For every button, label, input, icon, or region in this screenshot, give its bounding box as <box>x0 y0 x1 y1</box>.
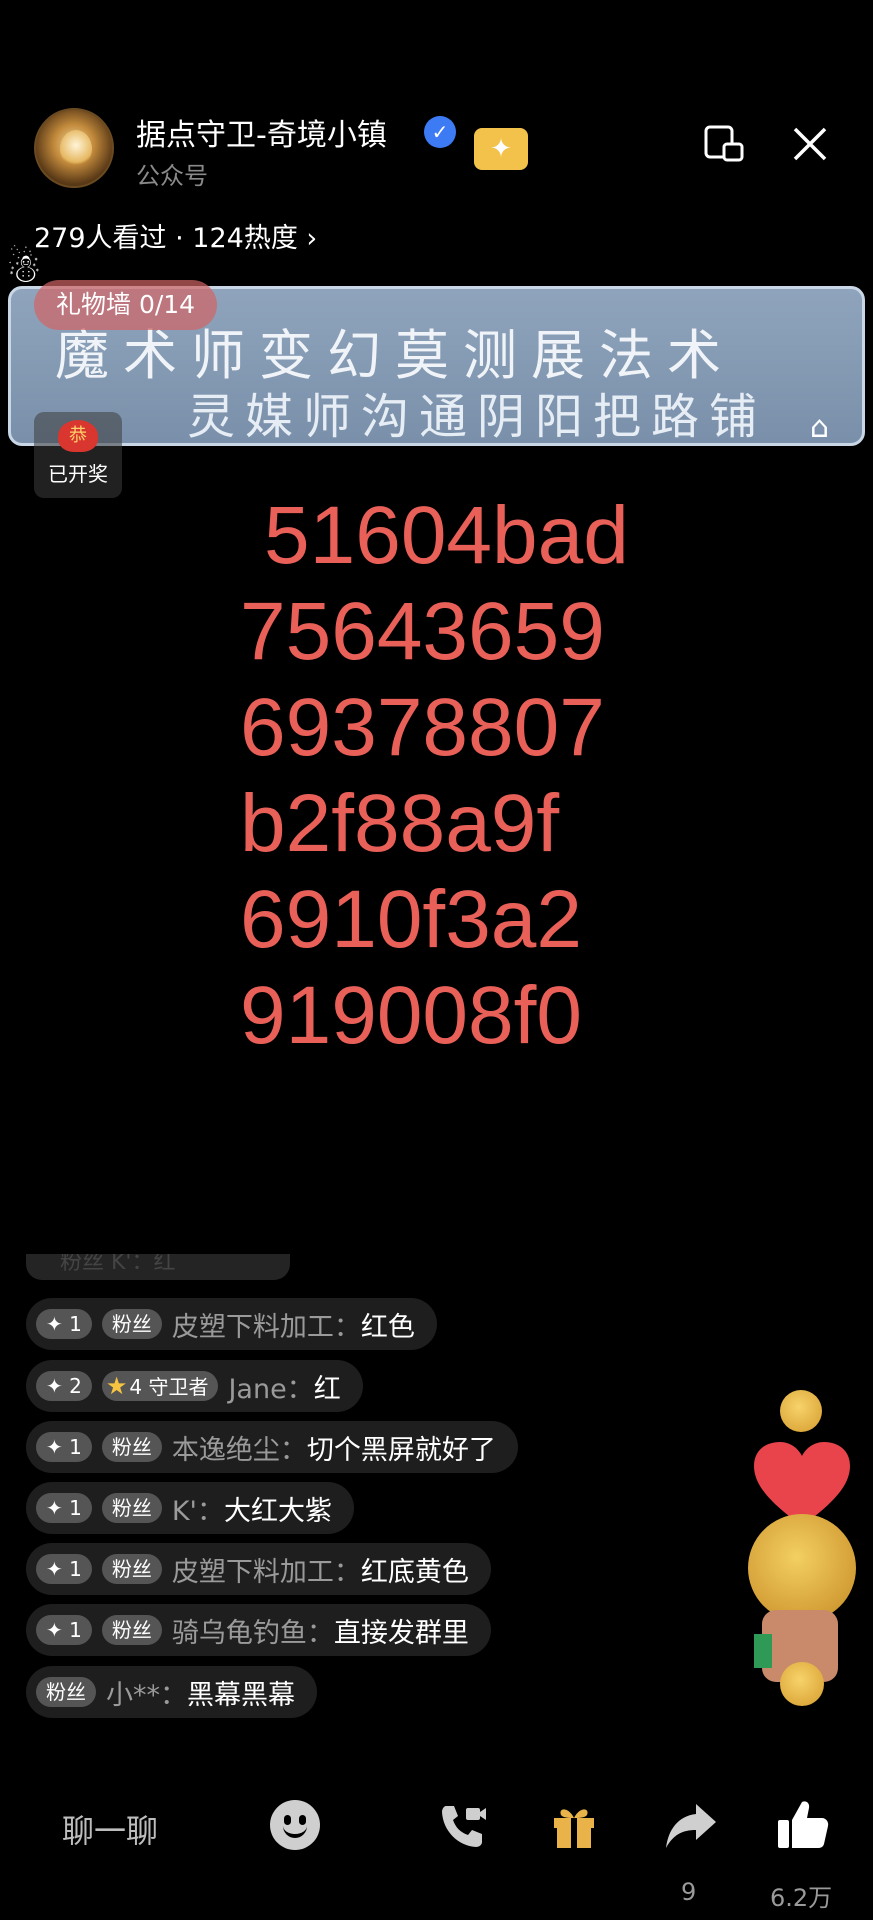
comment-username: 皮塑下料加工： <box>171 1556 361 1588</box>
account-type: 公众号 <box>136 162 208 190</box>
house-icon: ⌂ <box>810 410 830 445</box>
fan-badge: 粉丝 <box>101 1432 162 1462</box>
comment-text: 大红大紫 <box>223 1495 332 1527</box>
comment-item[interactable]: ✦ 2 ★ 4 守卫者 Jane： 红 <box>26 1360 363 1412</box>
fan-badge: 粉丝 <box>101 1309 162 1339</box>
level-badge: ✦ 1 <box>36 1309 92 1339</box>
comment-text: 直接发群里 <box>333 1617 469 1649</box>
comment-username: K'： <box>171 1495 224 1527</box>
fan-badge: 粉丝 <box>101 1554 162 1584</box>
fan-badge: 粉丝 <box>36 1677 96 1707</box>
comment-faded: 粉丝 K'：红 <box>26 1254 290 1280</box>
floating-emoji-icon <box>748 1514 856 1622</box>
code-list: 51604bad 75643659 69378807 b2f88a9f 6910… <box>240 488 629 1064</box>
floating-emoji-icon <box>780 1662 824 1706</box>
red-packet-button[interactable]: 恭 已开奖 <box>34 412 122 498</box>
comment-item[interactable]: ✦ 1 粉丝 本逸绝尘： 切个黑屏就好了 <box>26 1421 518 1473</box>
chat-input[interactable]: 聊一聊 <box>62 1806 158 1852</box>
verified-icon: ✓ <box>424 116 456 148</box>
level-badge: ✦ 1 <box>36 1493 92 1523</box>
comment-text: 红 <box>313 1373 341 1405</box>
floating-emoji-icon <box>780 1390 822 1432</box>
account-avatar[interactable] <box>34 108 114 188</box>
comment-item[interactable]: ✦ 1 粉丝 K'： 大红大紫 <box>26 1482 354 1534</box>
comment-item[interactable]: ✦ 1 粉丝 皮塑下料加工： 红色 <box>26 1298 437 1350</box>
red-packet-label: 已开奖 <box>48 462 108 486</box>
badge-icon[interactable]: ✦ <box>474 128 528 170</box>
comment-username: 皮塑下料加工： <box>171 1311 361 1343</box>
comment-username: 骑乌龟钓鱼： <box>171 1617 334 1649</box>
gift-icon[interactable] <box>548 1800 600 1852</box>
level-badge: ✦ 1 <box>36 1432 92 1462</box>
fan-badge: 粉丝 <box>101 1493 162 1523</box>
account-name[interactable]: 据点守卫-奇境小镇 <box>136 110 387 154</box>
level-badge: ✦ 2 <box>36 1371 92 1401</box>
share-count: 9 <box>681 1878 697 1906</box>
guard-badge: ★ 4 守卫者 <box>101 1371 219 1401</box>
code-line: 69378807 <box>240 682 605 773</box>
level-badge: ✦ 1 <box>36 1554 92 1584</box>
comment-item[interactable]: 粉丝 小**： 黑幕黑幕 <box>26 1666 317 1718</box>
snowman-icon: ☃ <box>6 246 42 292</box>
code-line: 919008f0 <box>240 970 583 1061</box>
emoji-icon[interactable] <box>270 1800 320 1850</box>
comment-text: 红底黄色 <box>360 1556 469 1588</box>
code-line: b2f88a9f <box>240 778 560 869</box>
call-icon[interactable] <box>436 1800 488 1852</box>
view-stats[interactable]: 279人看过 · 124热度 › <box>34 216 317 255</box>
close-icon[interactable] <box>790 124 830 164</box>
gift-wall-button[interactable]: 礼物墙 0/14 <box>34 280 218 330</box>
code-line: 75643659 <box>240 586 605 677</box>
comment-text: 黑幕黑幕 <box>187 1679 295 1711</box>
star-icon: ★ <box>105 1372 128 1400</box>
comment-username: 本逸绝尘： <box>171 1434 307 1466</box>
like-count: 6.2万 <box>770 1884 833 1912</box>
level-badge: ✦ 1 <box>36 1615 92 1645</box>
code-line: 51604bad <box>264 490 629 581</box>
comment-text: 切个黑屏就好了 <box>306 1434 496 1466</box>
fan-badge: 粉丝 <box>101 1615 162 1645</box>
comment-text: 红色 <box>360 1311 415 1343</box>
comment-item[interactable]: ✦ 1 粉丝 皮塑下料加工： 红底黄色 <box>26 1543 491 1595</box>
comment-username: 小**： <box>106 1679 187 1711</box>
comment-item[interactable]: ✦ 1 粉丝 骑乌龟钓鱼： 直接发群里 <box>26 1604 491 1656</box>
redpack-icon: 恭 <box>58 420 98 452</box>
pip-icon[interactable] <box>704 124 744 164</box>
banner-line2: 灵媒师沟通阴阳把路铺 <box>187 389 768 445</box>
like-icon[interactable] <box>776 1798 830 1852</box>
share-icon[interactable] <box>664 1800 718 1852</box>
code-line: 6910f3a2 <box>240 874 583 965</box>
comment-username: Jane： <box>228 1373 314 1405</box>
